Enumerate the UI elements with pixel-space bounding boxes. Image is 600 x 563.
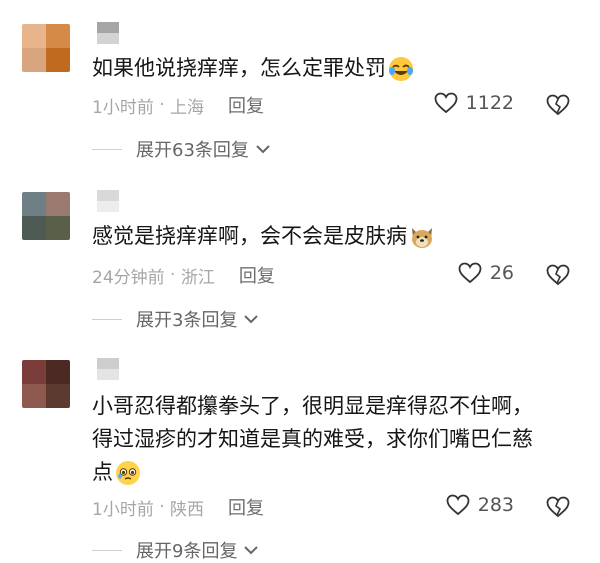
expand-replies-label: 展开9条回复 — [136, 541, 238, 562]
laughing-crying-emoji-icon — [389, 57, 413, 81]
separator-dot: · — [153, 95, 171, 115]
divider-line — [92, 148, 122, 150]
chevron-down-icon — [244, 546, 259, 555]
like-button[interactable]: 283 — [446, 494, 514, 516]
avatar[interactable] — [22, 360, 70, 408]
expand-replies-label: 展开63条回复 — [136, 140, 249, 161]
separator-dot: · — [153, 497, 171, 517]
comment-location: 浙江 — [180, 267, 215, 288]
separator-dot: · — [164, 265, 181, 285]
reply-button[interactable]: 回复 — [228, 92, 264, 118]
like-button[interactable]: 26 — [458, 262, 514, 284]
expand-replies-button[interactable]: 展开9条回复 — [92, 537, 259, 563]
comment-text: 小哥忍得都攥拳头了，很明显是痒得忍不住啊， 得过湿疹的才知道是真的难受，求你们嘴… — [92, 394, 533, 485]
like-count: 1122 — [465, 92, 514, 114]
comment-meta: 1小时前 · 上海 回复 — [92, 92, 264, 118]
comment-time: 1小时前 — [92, 97, 154, 118]
dislike-button[interactable] — [546, 94, 570, 116]
username-blurred[interactable] — [97, 190, 119, 212]
heart-outline-icon — [434, 92, 458, 114]
chevron-down-icon — [244, 315, 259, 324]
expand-replies-label: 展开3条回复 — [136, 310, 238, 331]
heart-outline-icon — [458, 262, 482, 284]
comment-text: 如果他说挠痒痒，怎么定罪处罚 — [92, 52, 572, 85]
chevron-down-icon — [256, 145, 270, 154]
comment-meta: 1小时前 · 陕西 回复 — [92, 494, 264, 520]
comment-time: 24分钟前 — [92, 267, 165, 288]
expand-replies-button[interactable]: 展开63条回复 — [92, 136, 271, 162]
dislike-button[interactable] — [546, 496, 570, 518]
heart-outline-icon — [446, 494, 470, 516]
reply-button[interactable]: 回复 — [239, 262, 275, 288]
like-count: 26 — [489, 262, 514, 284]
dislike-button[interactable] — [546, 264, 570, 286]
comment-location: 上海 — [170, 97, 205, 118]
comment-meta: 24分钟前 · 浙江 回复 — [92, 262, 275, 288]
avatar[interactable] — [22, 192, 70, 240]
pleading-face-emoji-icon — [116, 461, 140, 485]
like-count: 283 — [477, 494, 514, 516]
reply-button[interactable]: 回复 — [228, 494, 264, 520]
username-blurred[interactable] — [97, 358, 119, 380]
divider-line — [92, 318, 122, 320]
avatar[interactable] — [22, 24, 70, 72]
dog-face-emoji-icon — [412, 228, 432, 248]
comment-text: 感觉是挠痒痒啊，会不会是皮肤病 — [92, 220, 572, 253]
comment-time: 1小时前 — [92, 499, 154, 520]
username-blurred[interactable] — [97, 22, 119, 44]
comment-location: 陕西 — [170, 499, 205, 520]
like-button[interactable]: 1122 — [434, 92, 514, 114]
expand-replies-button[interactable]: 展开3条回复 — [92, 306, 259, 332]
divider-line — [92, 549, 122, 551]
